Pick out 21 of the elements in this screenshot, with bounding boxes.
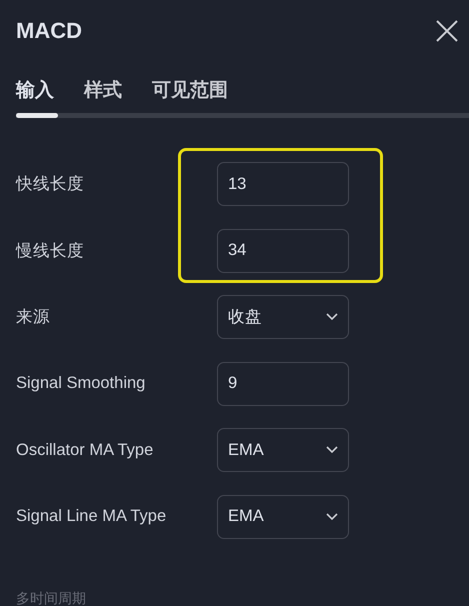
chevron-down-icon	[326, 446, 338, 454]
chevron-down-icon	[326, 313, 338, 322]
field-label: 快线长度	[16, 174, 85, 196]
field-label: Signal Smoothing	[16, 374, 146, 394]
section-heading: 多时间周期	[16, 590, 86, 606]
select-dropdown[interactable]: 收盘	[217, 295, 349, 340]
close-button[interactable]	[435, 19, 459, 43]
number-field[interactable]: 9	[217, 362, 349, 406]
select-dropdown[interactable]: EMA	[217, 428, 349, 472]
tab[interactable]: 输入	[16, 77, 54, 113]
tab[interactable]: 样式	[84, 77, 122, 113]
field-label: Oscillator MA Type	[16, 440, 154, 460]
dialog-title: MACD	[16, 18, 82, 44]
select-dropdown[interactable]: EMA	[217, 494, 349, 539]
field-label: 来源	[16, 307, 51, 328]
field-label: 慢线长度	[16, 240, 85, 262]
number-field[interactable]: 13	[217, 162, 349, 206]
field-label: Signal Line MA Type	[16, 507, 168, 526]
chevron-down-icon	[326, 512, 338, 521]
tab[interactable]: 可见范围	[152, 77, 228, 113]
number-field[interactable]: 34	[217, 228, 349, 273]
